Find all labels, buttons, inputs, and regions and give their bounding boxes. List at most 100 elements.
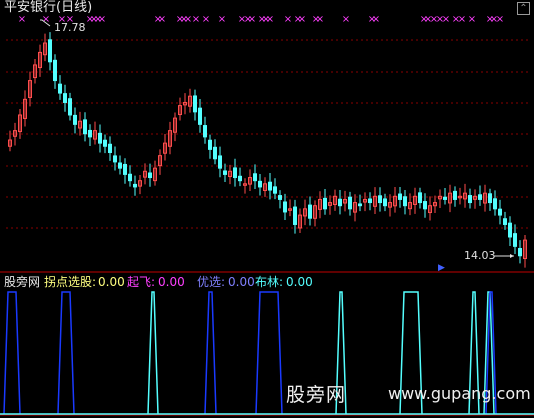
candle-body [213,146,217,160]
candle-body [208,139,212,150]
signal-marker: × [442,14,450,25]
indicator-guaidian-text: 拐点选股: [44,275,97,289]
candle-body [323,197,327,210]
signal-marker: × [18,14,26,25]
close-icon[interactable]: ⌃ [517,2,530,15]
pulse-blue [204,291,217,415]
candle-body [258,180,262,188]
indicator-youxuan-text: 优选: [197,275,226,289]
signal-marker: × [202,14,210,25]
candle-body [218,155,222,169]
candle-body [283,201,287,213]
signal-marker: × [316,14,324,25]
candle-body [398,193,402,200]
candle-body [358,203,362,207]
candle-body [513,233,517,247]
candle-body [403,196,407,207]
candle-body [128,173,132,182]
candle-body [148,172,152,179]
signal-marker: × [218,14,226,25]
candle-body [443,196,447,200]
candle-body [233,167,237,179]
indicator-guaidian-label: 拐点选股: 0.00 [44,275,125,289]
candle-body [113,155,117,163]
candle-body [58,83,62,94]
candle-body [108,143,112,154]
watermark-url: www.gupang.com [388,384,531,403]
candle-body [223,170,227,175]
signal-marker: × [468,14,476,25]
candle-body [273,186,277,194]
candle-body [118,162,122,169]
candle-body [73,114,77,125]
candle-body [123,163,127,175]
stock-chart: × × × × ×××× ×× ××× × × × ××× ××× × ×× ×× × ×× ××××× ×× × ××… [0,14,534,416]
signal-marker: × [192,14,200,25]
candle-body [63,93,67,103]
candle-body [378,195,382,204]
indicator-guaidian-value: 0.00 [98,275,125,289]
signal-marker: × [342,14,350,25]
candle-body [453,190,457,200]
candle-body [338,198,342,207]
candle-body [508,222,512,238]
candle-body [68,98,72,116]
candle-body [268,181,272,191]
indicator-youxuan-value: 0.00 [228,275,255,289]
pulse-cyan [147,291,159,415]
candle-body [193,95,197,113]
candle-body [383,198,387,207]
candle-body [478,194,482,200]
candle-body [418,192,422,204]
candle-body [493,198,497,210]
candle-body [488,193,492,204]
indicator-bulin-value: 0.00 [286,275,313,289]
signal-marker: × [496,14,504,25]
candle-body [368,198,372,204]
indicator-qifei-label: 起飞: 0.00 [127,275,185,289]
candle-body [98,132,102,144]
pulse-blue [3,291,21,415]
indicator-qifei-value: 0.00 [158,275,185,289]
candle-body [83,119,87,135]
signal-marker: × [266,14,274,25]
indicator-bulin-label: 布林: 0.00 [255,275,313,289]
watermark-cn: 股旁网 [286,384,347,406]
signal-marker: × [98,14,106,25]
candle-body [48,39,52,63]
candle-body [53,59,57,82]
candle-body [498,208,502,216]
candle-body [278,195,282,200]
indicator-youxuan-label: 优选: 0.00 [197,275,255,289]
indicator-name: 股旁网 [4,275,41,289]
signal-marker: × [372,14,380,25]
pulse-blue [57,291,75,415]
signal-marker: × [298,14,306,25]
candle-body [308,204,312,219]
candle-body [293,206,297,225]
candle-body [133,183,137,188]
candle-body [348,196,352,210]
high-price-label: 17.78 [54,21,86,34]
candle-body [518,248,522,257]
candle-body [468,195,472,204]
pulse-blue [255,291,283,415]
candle-body [88,129,92,138]
candle-body [503,218,507,225]
signal-marker: × [458,14,466,25]
candle-body [198,107,202,125]
indicator-bulin-text: 布林: [255,275,284,289]
signal-marker: × [284,14,292,25]
low-price-label: 14.03 [464,249,496,262]
candle-body [203,125,207,138]
chart-title: 平安银行(日线) [4,0,93,15]
candle-body [423,201,427,210]
indicator-qifei-text: 起飞: [127,275,156,289]
scroll-arrow-icon: ▶ [438,263,445,273]
candle-body [103,139,107,147]
candle-body [238,175,242,182]
signal-marker: × [248,14,256,25]
signal-marker: × [158,14,166,25]
candle-body [253,173,257,182]
low-arrow-head [510,254,514,258]
